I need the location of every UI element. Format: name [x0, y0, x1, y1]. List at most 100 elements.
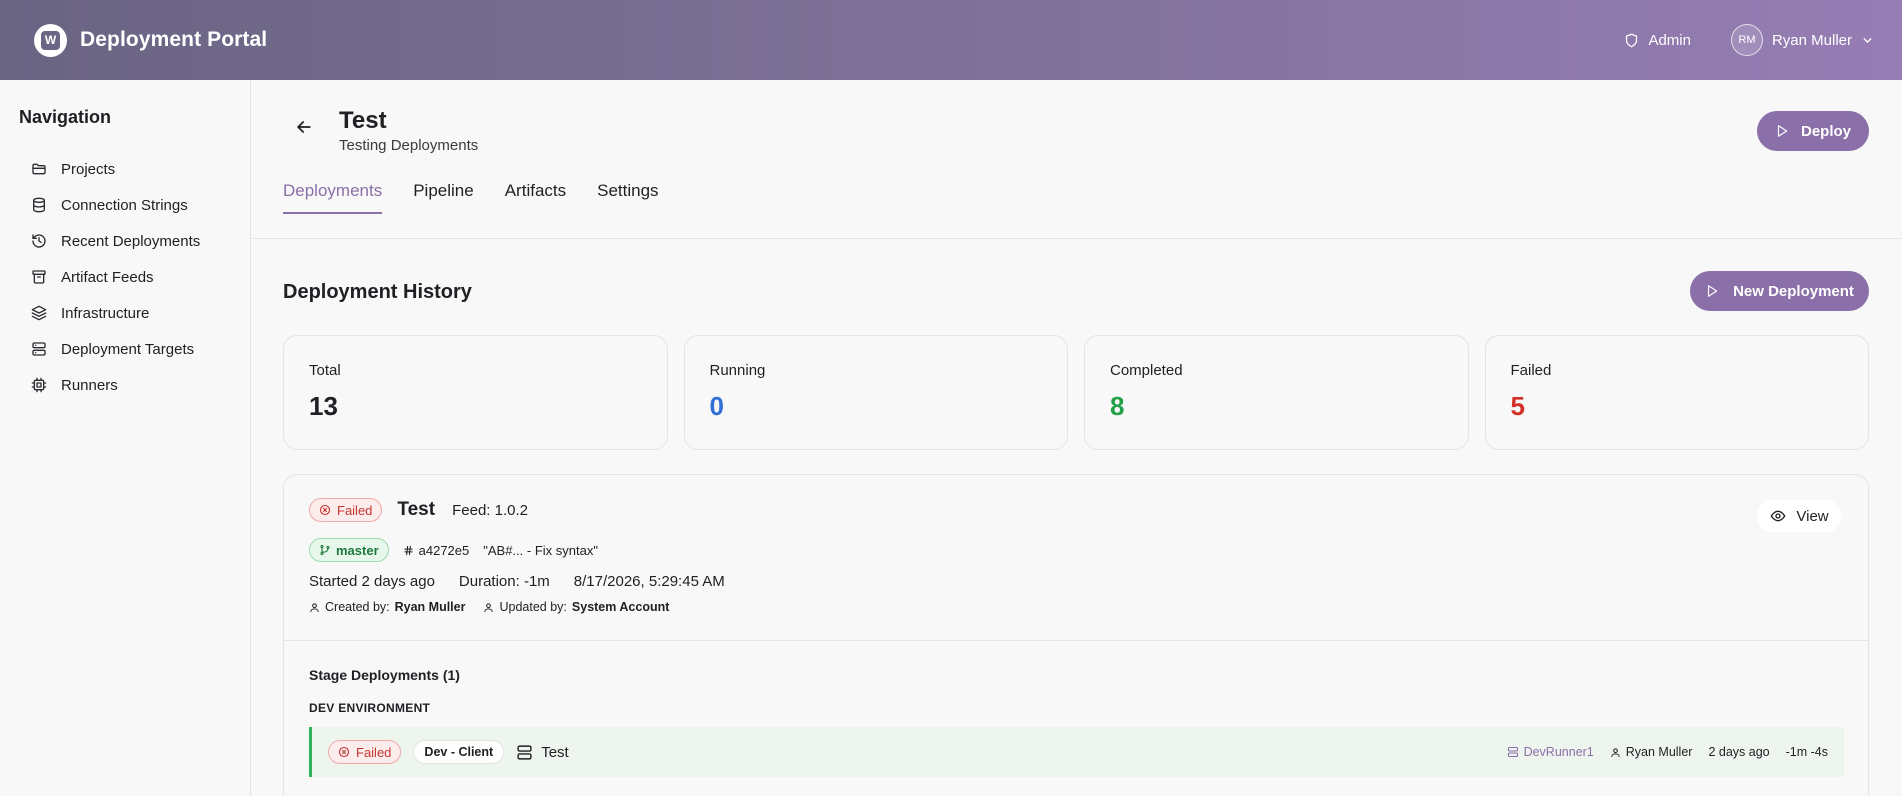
- avatar: RM: [1730, 24, 1763, 56]
- stat-label: Total: [309, 362, 341, 379]
- tab-settings[interactable]: Settings: [597, 181, 658, 214]
- play-icon: [1777, 125, 1788, 137]
- stat-card-failed: Failed 5: [1484, 335, 1869, 450]
- stage-target: Test: [516, 744, 569, 761]
- created-by-name: Ryan Muller: [394, 600, 466, 614]
- server-icon: [517, 744, 532, 760]
- sidebar-item-runners[interactable]: Runners: [19, 367, 231, 403]
- back-arrow-icon[interactable]: [294, 117, 314, 137]
- user-icon: [484, 602, 494, 612]
- play-icon: [1707, 285, 1718, 297]
- branch-badge: master: [309, 538, 389, 562]
- server-icon: [32, 342, 46, 356]
- stage-status-label: Failed: [356, 744, 392, 760]
- x-circle-icon: [319, 504, 331, 516]
- view-button[interactable]: View: [1757, 500, 1842, 532]
- stats-row: Total 13 Running 0 Completed 8 Failed 5: [283, 335, 1869, 450]
- app-title: Deployment Portal: [80, 28, 268, 51]
- server-icon: [1507, 746, 1518, 758]
- sidebar-item-recent-deployments[interactable]: Recent Deployments: [19, 223, 231, 259]
- updated-by-name: System Account: [571, 600, 670, 614]
- tab-artifacts[interactable]: Artifacts: [505, 181, 566, 214]
- section-title: Deployment History: [283, 281, 472, 303]
- layers-icon: [31, 305, 47, 321]
- chevron-down-icon: [1863, 37, 1872, 43]
- runner-link[interactable]: DevRunner1: [1507, 745, 1594, 759]
- tab-deployments[interactable]: Deployments: [283, 181, 383, 214]
- stat-label: Failed: [1510, 362, 1552, 379]
- tab-pipeline[interactable]: Pipeline: [413, 181, 474, 214]
- status-badge: Failed: [309, 498, 383, 522]
- sidebar-item-label: Runners: [61, 376, 118, 394]
- database-icon: [33, 197, 45, 213]
- admin-label: Admin: [1648, 31, 1691, 49]
- sidebar-item-connection-strings[interactable]: Connection Strings: [19, 187, 231, 223]
- environment-label: DEV ENVIRONMENT: [309, 701, 431, 715]
- stage-duration: -1m -4s: [1785, 745, 1828, 759]
- status-label: Failed: [337, 502, 373, 518]
- x-circle-icon: [338, 746, 350, 758]
- brand[interactable]: W Deployment Portal: [34, 23, 268, 57]
- user-menu[interactable]: RM Ryan Muller: [1730, 24, 1874, 56]
- stat-value: 13: [309, 391, 338, 421]
- stage-row[interactable]: Failed Dev - Client Test DevRunner1 Ryan…: [309, 727, 1844, 777]
- sidebar-item-label: Deployment Targets: [61, 340, 195, 358]
- main-content: Test Testing Deployments Deploy Deployme…: [252, 80, 1902, 796]
- sidebar-item-label: Infrastructure: [61, 304, 150, 322]
- timestamp: 8/17/2026, 5:29:45 AM: [573, 573, 725, 590]
- stat-value: 8: [1110, 391, 1125, 421]
- deployment-name: Test: [397, 499, 436, 520]
- created-by: Created by: Ryan Muller: [309, 600, 465, 614]
- stage-user: Ryan Muller: [1610, 745, 1693, 759]
- feed-version: Feed: 1.0.2: [452, 501, 528, 519]
- stage-time: 2 days ago: [1708, 745, 1770, 759]
- new-deployment-button[interactable]: New Deployment: [1690, 271, 1869, 311]
- sidebar-item-artifact-feeds[interactable]: Artifact Feeds: [19, 259, 231, 295]
- sidebar-item-projects[interactable]: Projects: [19, 151, 231, 187]
- view-label: View: [1796, 507, 1829, 525]
- duration: Duration: -1m: [458, 573, 550, 590]
- git-branch-icon: [320, 544, 330, 556]
- app-logo-icon: W: [34, 23, 67, 57]
- nav-title: Navigation: [19, 107, 112, 127]
- sidebar-item-infrastructure[interactable]: Infrastructure: [19, 295, 231, 331]
- deployment-card: Failed Test Feed: 1.0.2 master a4272e5 "…: [283, 474, 1869, 796]
- archive-icon: [32, 270, 46, 284]
- sidebar: Navigation Projects Connection Strings R…: [0, 80, 251, 796]
- commit-message: "AB#... - Fix syntax": [483, 542, 598, 558]
- stat-label: Running: [709, 362, 766, 379]
- sidebar-item-deployment-targets[interactable]: Deployment Targets: [19, 331, 231, 367]
- updated-by-label: Updated by:: [499, 600, 567, 614]
- logo-letter: W: [41, 30, 60, 50]
- page-header: Test Testing Deployments Deploy Deployme…: [252, 80, 1902, 239]
- deploy-button[interactable]: Deploy: [1757, 111, 1869, 151]
- sidebar-item-label: Projects: [61, 160, 116, 178]
- stat-card-total: Total 13: [283, 335, 668, 450]
- stage-status-badge: Failed: [328, 740, 402, 764]
- hash-icon: [403, 545, 413, 555]
- stage-user-name: Ryan Muller: [1625, 745, 1693, 759]
- page-title: Test: [339, 107, 387, 134]
- stat-card-completed: Completed 8: [1084, 335, 1469, 450]
- stat-value: 5: [1510, 391, 1525, 421]
- shield-icon: [1626, 33, 1638, 47]
- branch-label: master: [336, 542, 379, 558]
- user-icon: [310, 602, 319, 612]
- top-header: W Deployment Portal Admin RM Ryan Muller: [0, 0, 1902, 80]
- stat-label: Completed: [1110, 362, 1183, 379]
- commit-hash-text: a4272e5: [418, 542, 470, 558]
- stage-target-name: Test: [541, 743, 569, 761]
- sidebar-item-label: Artifact Feeds: [61, 268, 154, 286]
- commit-hash: a4272e5: [403, 542, 470, 558]
- admin-link[interactable]: Admin: [1624, 32, 1691, 49]
- user-name: Ryan Muller: [1771, 31, 1852, 49]
- tab-bar: Deployments Pipeline Artifacts Settings: [283, 181, 659, 214]
- page-subtitle: Testing Deployments: [339, 137, 479, 154]
- eye-icon: [1770, 510, 1786, 522]
- stat-card-running: Running 0: [683, 335, 1068, 450]
- runner-name: DevRunner1: [1523, 745, 1594, 759]
- history-icon: [32, 234, 46, 248]
- env-badge: Dev - Client: [413, 740, 505, 764]
- updated-by: Updated by: System Account: [483, 600, 669, 614]
- sidebar-item-label: Connection Strings: [61, 196, 188, 214]
